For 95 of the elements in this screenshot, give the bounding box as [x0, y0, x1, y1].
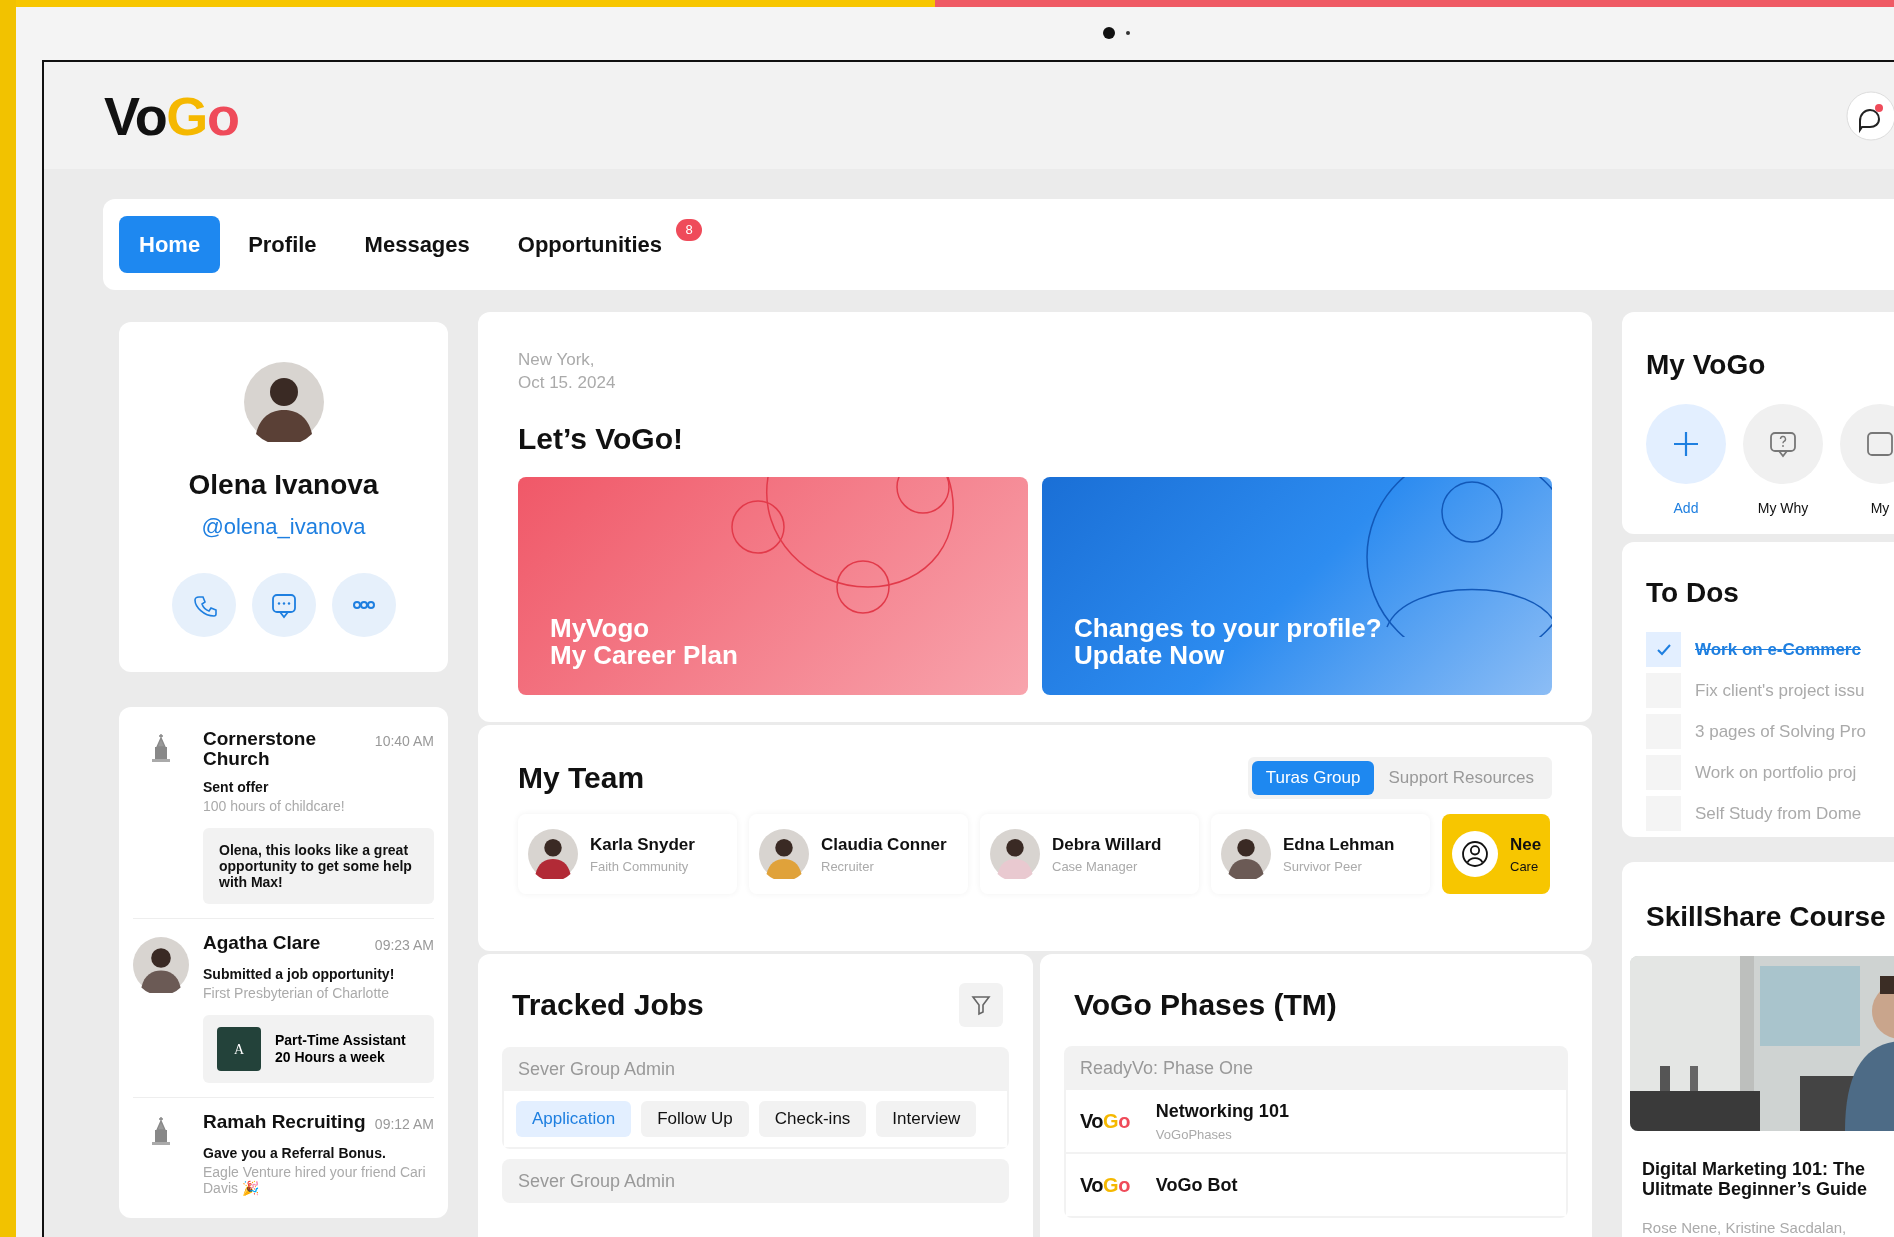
nav-tab[interactable]: Home [119, 216, 221, 273]
member-role: Faith Community [590, 858, 690, 876]
todo-text: Fix client's project issu [1695, 679, 1865, 702]
member-name: Debra Willard [1052, 833, 1162, 856]
stage-tab[interactable]: Follow Up [641, 1101, 749, 1137]
group-title: Sever Group Admin [517, 1169, 677, 1193]
member-name: Edna Lehman [1283, 833, 1395, 856]
section-title: VoGo Phases (TM) [1073, 986, 1338, 1023]
phase-item[interactable]: VoGo Networking 101 VoGoPhases [1066, 1090, 1566, 1152]
member-role: Survivor Peer [1283, 858, 1363, 876]
todo-text: Self Study from Dome [1695, 802, 1862, 825]
profile-name: Olena Ivanova [188, 468, 379, 502]
course-title: Digital Marketing 101: The Ulitmate Beginner’s Guide [1641, 1159, 1869, 1199]
location-text: New York, [518, 349, 596, 371]
add-member-card[interactable]: Nee Care [1442, 814, 1550, 894]
phase-title: VoGo Bot [1155, 1173, 1238, 1197]
member-card[interactable]: Edna Lehman Survivor Peer [1211, 814, 1430, 894]
course-authors: Rose Nene, Kristine Sacdalan, [1641, 1218, 1848, 1237]
member-name: Claudia Conner [821, 833, 947, 856]
banner-text: MyVogo [550, 615, 651, 642]
sender-name: Cornerstone Church [203, 729, 317, 769]
todo-text: Work on portfolio proj [1695, 761, 1857, 784]
avatar-icon [133, 937, 189, 993]
user-circle-icon [1452, 831, 1498, 877]
member-name: Nee [1510, 833, 1542, 856]
count-badge: 8 [676, 219, 702, 241]
avatar-icon [528, 829, 578, 879]
stage-tab[interactable]: Application [516, 1101, 632, 1137]
banner-text: My Career Plan [550, 642, 739, 669]
action-label: My [1870, 499, 1890, 518]
todo-text: Work on e-Commerc [1695, 638, 1861, 661]
message-time: 09:12 AM [374, 1115, 434, 1134]
job-hours: 20 Hours a week [275, 1049, 386, 1066]
banner-text: Changes to your profile? [1074, 615, 1383, 642]
vogo-logo: VoGo [1080, 1175, 1130, 1195]
member-card[interactable]: Claudia Conner Recruiter [749, 814, 968, 894]
activity-text: Sent offer [203, 778, 270, 797]
vogo-logo: VoGo [104, 88, 239, 143]
sender-name: Ramah Recruiting [203, 1112, 367, 1132]
activity-detail: 100 hours of childcare! [203, 798, 346, 814]
job-thumbnail: A [217, 1027, 261, 1071]
profile-handle[interactable]: @olena_ivanova [201, 510, 366, 543]
job-title: Part-Time Assistant [275, 1032, 406, 1049]
action-label: My Why [1757, 499, 1809, 518]
group-title: ReadyVo: Phase One [1079, 1056, 1255, 1080]
phase-item[interactable]: VoGo VoGo Bot [1066, 1154, 1566, 1216]
steeple-icon [149, 733, 173, 763]
team-tab[interactable]: Turas Group [1251, 760, 1375, 795]
group-title: Sever Group Admin [517, 1057, 677, 1081]
message-time: 10:40 AM [374, 732, 434, 751]
section-title: Let’s VoGo! [518, 421, 684, 457]
message-note: Olena, this looks like a great opportunity to get some help with Max! [203, 828, 434, 904]
phase-title: Networking 101 [1155, 1099, 1289, 1123]
member-role: Recruiter [821, 858, 875, 876]
member-card[interactable]: Debra Willard Case Manager [980, 814, 1199, 894]
section-title: My Team [518, 760, 645, 796]
section-title: To Dos [1646, 576, 1740, 610]
avatar-icon [759, 829, 809, 879]
message-time: 09:23 AM [374, 936, 434, 955]
member-role: Care [1510, 858, 1540, 876]
todo-checkbox[interactable] [1646, 632, 1681, 667]
stage-tab[interactable]: Interview [876, 1101, 977, 1137]
stage-tab[interactable]: Check-ins [758, 1101, 867, 1137]
action-label: Add [1673, 499, 1699, 518]
more-icon [351, 600, 376, 610]
plus-icon [1672, 430, 1700, 458]
avatar-icon [243, 362, 324, 442]
job-card[interactable]: A Part-Time Assistant 20 Hours a week [203, 1015, 434, 1083]
question-icon [1769, 430, 1797, 458]
member-name: Karla Snyder [590, 833, 695, 856]
avatar-icon [990, 829, 1040, 879]
section-title: My VoGo [1646, 348, 1767, 382]
banner-text: Update Now [1074, 642, 1225, 669]
date-text: Oct 15. 2024 [518, 372, 617, 394]
phase-subtitle: VoGoPhases [1155, 1125, 1233, 1144]
camera-icon [1102, 26, 1132, 40]
member-card[interactable]: Karla Snyder Faith Community [518, 814, 737, 894]
section-title: SkillShare Course [1645, 900, 1887, 934]
avatar-icon [1221, 829, 1271, 879]
sender-name: Agatha Clare [203, 933, 322, 953]
vogo-logo: VoGo [1080, 1111, 1130, 1131]
chat-icon[interactable] [1846, 90, 1894, 141]
steeple-icon [149, 1116, 173, 1146]
square-icon [1866, 430, 1894, 458]
filter-button[interactable] [959, 982, 1003, 1027]
section-title: Tracked Jobs [512, 987, 704, 1023]
todo-text: 3 pages of Solving Pro [1695, 720, 1867, 743]
activity-detail: First Presbyterian of Charlotte [203, 985, 390, 1001]
profile-update-banner[interactable]: Changes to your profile? Update Now [1042, 477, 1552, 695]
activity-detail: Eagle Venture hired your friend Cari Davis 🎉 [203, 1164, 427, 1196]
nav-tab[interactable]: Profile [228, 216, 337, 273]
nav-tab[interactable]: Messages [344, 216, 490, 273]
member-role: Case Manager [1052, 858, 1139, 876]
activity-text: Gave you a Referral Bonus. [203, 1144, 387, 1163]
activity-text: Submitted a job opportunity! [203, 965, 396, 984]
